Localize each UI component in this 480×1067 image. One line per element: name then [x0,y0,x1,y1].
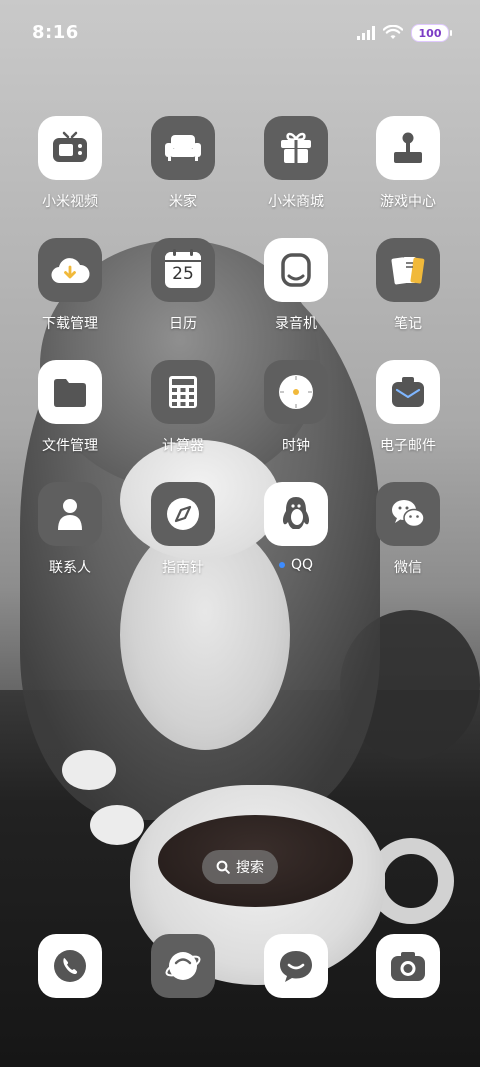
app-label: 指南针 [162,560,204,576]
app-label: 游戏中心 [380,194,436,210]
camera-icon [391,952,425,981]
battery-icon: 100 [411,24,452,42]
app-label: 时钟 [282,438,310,454]
app-mijia[interactable]: 米家 [128,116,238,211]
compass-icon [167,498,199,530]
app-label: QQ [290,557,314,573]
search-button[interactable]: 搜索 [202,850,278,884]
app-mi-store[interactable]: 小米商城 [241,116,351,211]
app-label: 计算器 [162,438,204,454]
app-label: 米家 [169,194,197,210]
clock-icon [279,375,313,409]
app-calendar[interactable]: 25 日历 [128,238,238,333]
app-label: 小米商城 [268,194,324,210]
dock-messages[interactable] [264,934,328,998]
penguin-icon [282,497,310,529]
messages-icon [280,951,312,982]
app-label: 笔记 [394,316,422,332]
dock-browser[interactable] [151,934,215,998]
app-qq[interactable]: QQ [241,482,351,573]
wallpaper-cat-paw [62,750,116,790]
app-email[interactable]: 电子邮件 [353,360,463,455]
app-label: 下载管理 [42,316,98,332]
dock-phone[interactable] [38,934,102,998]
app-label: 录音机 [275,316,317,332]
cloud-download-icon [51,258,90,284]
sofa-icon [165,135,201,161]
app-game-center[interactable]: 游戏中心 [353,116,463,211]
app-calculator[interactable]: 计算器 [128,360,238,455]
app-label: 文件管理 [42,438,98,454]
app-clock[interactable]: 时钟 [241,360,351,455]
mail-icon [392,377,424,407]
dock-camera[interactable] [376,934,440,998]
app-label: 电子邮件 [380,438,436,454]
gift-icon [281,132,311,163]
app-mi-video[interactable]: 小米视频 [15,116,125,211]
app-file-manager[interactable]: 文件管理 [15,360,125,455]
app-label: 小米视频 [42,194,98,210]
app-wechat[interactable]: 微信 [353,482,463,577]
tv-icon [53,131,87,162]
folder-icon [54,379,86,407]
status-icons: 100 [357,24,452,42]
app-label: 日历 [169,316,197,332]
app-label: 联系人 [49,560,91,576]
battery-level: 100 [411,24,449,42]
search-label: 搜索 [236,860,264,876]
search-icon [216,860,230,874]
phone-icon [54,950,86,982]
wechat-icon [392,500,425,528]
browser-icon [165,952,201,980]
app-notes[interactable]: 笔记 [353,238,463,333]
app-contacts[interactable]: 联系人 [15,482,125,577]
recorder-icon [281,253,311,287]
wifi-icon [383,25,403,39]
contact-icon [58,499,82,530]
calculator-icon [169,376,197,408]
joystick-icon [394,132,422,163]
app-compass[interactable]: 指南针 [128,482,238,577]
status-time: 8:16 [32,22,79,43]
app-label: 微信 [394,560,422,576]
new-indicator-dot [278,562,285,568]
status-bar: 8:16 100 [0,0,480,68]
app-downloads[interactable]: 下载管理 [15,238,125,333]
calendar-date: 25 [172,264,194,284]
app-recorder[interactable]: 录音机 [241,238,351,333]
signal-icon [357,26,375,40]
calendar-icon: 25 [165,249,201,288]
wallpaper-cat-paw [90,805,144,845]
notes-icon [391,257,425,285]
